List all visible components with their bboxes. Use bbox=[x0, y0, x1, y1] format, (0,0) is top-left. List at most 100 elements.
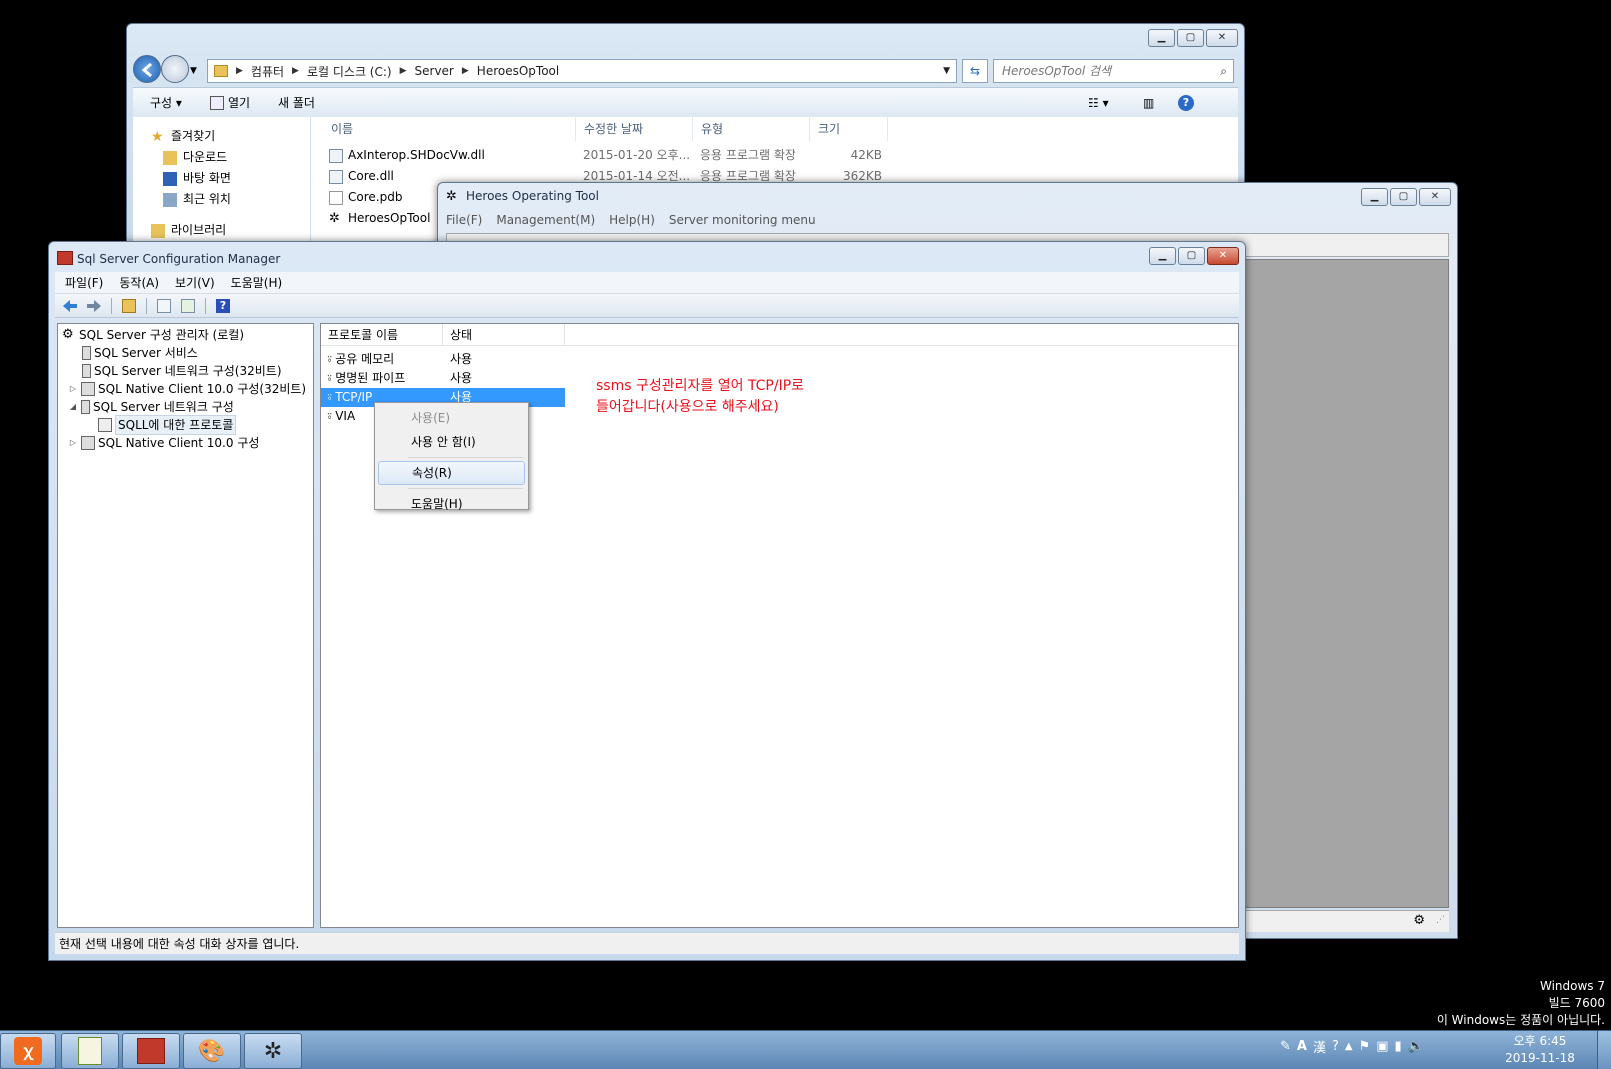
expand-icon[interactable]: ▷ bbox=[68, 434, 78, 452]
chevron-right-icon: ▶ bbox=[292, 66, 299, 76]
ime-tool-icon[interactable]: ✎ bbox=[1280, 1039, 1291, 1054]
menu-file[interactable]: File(F) bbox=[446, 213, 482, 227]
properties-icon bbox=[157, 298, 171, 313]
properties-button[interactable] bbox=[154, 297, 174, 315]
menu-help[interactable]: 도움말(H) bbox=[231, 274, 283, 291]
breadcrumb-item[interactable]: 로컬 디스크 (C:) bbox=[307, 63, 392, 80]
help-button[interactable]: ? bbox=[213, 297, 233, 315]
open-button[interactable]: 열기 bbox=[209, 94, 250, 111]
column-protocol-name[interactable]: 프로토콜 이름 bbox=[321, 324, 443, 345]
heroes-window-controls: ▁ ▢ ✕ bbox=[1361, 188, 1451, 206]
chevron-down-icon[interactable]: ▼ bbox=[943, 66, 950, 76]
show-desktop-button[interactable] bbox=[1597, 1031, 1611, 1069]
recent-places-icon bbox=[163, 192, 177, 207]
preview-pane-icon[interactable]: ▥ bbox=[1143, 96, 1154, 110]
list-item[interactable]: ⍤ 공유 메모리 사용 bbox=[321, 350, 1238, 369]
breadcrumb-item[interactable]: Server bbox=[415, 64, 454, 78]
taskbar-xampp[interactable]: ꭓ bbox=[0, 1033, 56, 1069]
up-button[interactable] bbox=[119, 297, 139, 315]
export-button[interactable] bbox=[178, 297, 198, 315]
menu-file[interactable]: 파일(F) bbox=[65, 274, 103, 291]
column-date[interactable]: 수정한 날짜 bbox=[576, 117, 693, 141]
menu-item-properties[interactable]: 속성(R) bbox=[378, 461, 525, 485]
menu-server-monitoring[interactable]: Server monitoring menu bbox=[669, 213, 816, 227]
taskbar-notepad[interactable] bbox=[61, 1033, 119, 1069]
nav-item-favorites[interactable]: ★ 즐겨찾기 bbox=[151, 126, 310, 147]
forward-button[interactable] bbox=[161, 55, 189, 83]
client-config-icon bbox=[81, 382, 95, 396]
address-bar[interactable]: ▶ 컴퓨터 ▶ 로컬 디스크 (C:) ▶ Server ▶ HeroesOpT… bbox=[207, 59, 957, 83]
help-icon[interactable]: ? bbox=[1178, 94, 1194, 111]
menu-item-disable[interactable]: 사용 안 함(I) bbox=[378, 430, 525, 454]
dll-file-icon bbox=[329, 148, 343, 163]
tree-node-network[interactable]: ◢ SQL Server 네트워크 구성 bbox=[58, 398, 313, 416]
taskbar-sql-config-manager[interactable] bbox=[122, 1033, 180, 1069]
ime-mode-a[interactable]: A bbox=[1297, 1039, 1307, 1054]
nav-item-downloads[interactable]: 다운로드 bbox=[151, 147, 310, 168]
volume-icon[interactable]: 🔈 bbox=[1408, 1039, 1424, 1054]
tray-overflow-icon[interactable]: ▲ bbox=[1345, 1041, 1353, 1052]
column-type[interactable]: 유형 bbox=[693, 117, 810, 141]
maximize-button[interactable]: ▢ bbox=[1390, 188, 1417, 206]
organize-button[interactable]: 구성 ▾ bbox=[150, 94, 182, 111]
desktop-icon bbox=[163, 171, 177, 186]
minimize-button[interactable]: ▁ bbox=[1149, 247, 1176, 265]
close-button[interactable]: ✕ bbox=[1206, 29, 1238, 47]
collapse-icon[interactable]: ◢ bbox=[68, 398, 78, 416]
export-icon bbox=[181, 298, 195, 313]
menu-item-enable[interactable]: 사용(E) bbox=[378, 406, 525, 430]
refresh-button[interactable]: ⇆ bbox=[962, 59, 988, 83]
maximize-button[interactable]: ▢ bbox=[1178, 247, 1205, 265]
menu-view[interactable]: 보기(V) bbox=[175, 274, 215, 291]
expand-icon[interactable]: ▷ bbox=[68, 380, 78, 398]
menu-help[interactable]: Help(H) bbox=[609, 213, 655, 227]
tree-view: ⚙ SQL Server 구성 관리자 (로컬) SQL Server 서비스 … bbox=[57, 323, 314, 928]
menu-item-help[interactable]: 도움말(H) bbox=[378, 492, 525, 516]
sql-server-configuration-manager-window[interactable]: Sql Server Configuration Manager ▁ ▢ ✕ 파… bbox=[48, 241, 1246, 961]
taskbar-heroes-tool[interactable]: ✲ bbox=[244, 1033, 302, 1069]
back-button[interactable] bbox=[60, 297, 80, 315]
status-bar: 현재 선택 내용에 대한 속성 대화 상자를 엽니다. bbox=[55, 932, 1239, 954]
minimize-button[interactable]: ▁ bbox=[1148, 29, 1175, 47]
devices-icon[interactable]: ▣ bbox=[1376, 1039, 1388, 1054]
tree-node-protocols[interactable]: SQLL에 대한 프로토콜 bbox=[58, 415, 313, 435]
ime-mode-hanja[interactable]: 漢 bbox=[1313, 1037, 1326, 1056]
maximize-button[interactable]: ▢ bbox=[1177, 29, 1204, 47]
taskbar: ꭓ 🎨 ✲ ✎ A 漢 ? ▲ ⚑ ▣ ▮ 🔈 오후 6:45 2019-11-… bbox=[0, 1030, 1611, 1069]
forward-button[interactable] bbox=[84, 297, 104, 315]
protocol-icon: ⍤ bbox=[326, 390, 334, 404]
nav-item-recent[interactable]: 최근 위치 bbox=[151, 189, 310, 210]
nav-item-desktop[interactable]: 바탕 화면 bbox=[151, 168, 310, 189]
action-center-icon[interactable]: ⚑ bbox=[1359, 1039, 1371, 1054]
search-input[interactable]: HeroesOpTool 검색 ⌕ bbox=[993, 59, 1234, 83]
view-options-icon[interactable]: ☷ ▾ bbox=[1088, 96, 1109, 110]
column-name[interactable]: 이름 bbox=[323, 117, 576, 141]
xampp-icon: ꭓ bbox=[14, 1037, 42, 1065]
taskbar-paint[interactable]: 🎨 bbox=[183, 1033, 241, 1069]
history-dropdown-icon[interactable]: ▼ bbox=[190, 66, 197, 76]
close-button[interactable]: ✕ bbox=[1207, 247, 1239, 265]
tree-node-root[interactable]: ⚙ SQL Server 구성 관리자 (로컬) bbox=[58, 326, 313, 344]
column-status[interactable]: 상태 bbox=[443, 324, 565, 345]
tree-node-network-32[interactable]: SQL Server 네트워크 구성(32비트) bbox=[58, 362, 313, 380]
new-folder-button[interactable]: 새 폴더 bbox=[278, 94, 315, 111]
minimize-button[interactable]: ▁ bbox=[1361, 188, 1388, 206]
close-button[interactable]: ✕ bbox=[1419, 188, 1451, 206]
network-config-icon bbox=[81, 400, 90, 414]
window-title: Heroes Operating Tool bbox=[466, 189, 599, 203]
network-icon[interactable]: ▮ bbox=[1395, 1039, 1402, 1054]
help-icon[interactable]: ? bbox=[1332, 1039, 1339, 1054]
breadcrumb-item[interactable]: 컴퓨터 bbox=[251, 63, 284, 80]
menu-management[interactable]: Management(M) bbox=[496, 213, 595, 227]
tree-node-native-client[interactable]: ▷ SQL Native Client 10.0 구성 bbox=[58, 434, 313, 452]
nav-item-libraries[interactable]: 라이브러리 bbox=[151, 220, 310, 241]
clock[interactable]: 오후 6:45 2019-11-18 bbox=[1500, 1033, 1580, 1067]
breadcrumb-item[interactable]: HeroesOpTool bbox=[477, 64, 559, 78]
tree-node-services[interactable]: SQL Server 서비스 bbox=[58, 344, 313, 362]
column-size[interactable]: 크기 bbox=[810, 117, 888, 141]
tree-node-native-client-32[interactable]: ▷ SQL Native Client 10.0 구성(32비트) bbox=[58, 380, 313, 398]
file-row[interactable]: AxInterop.SHDocVw.dll 2015-01-20 오후... 응… bbox=[329, 145, 882, 166]
menu-action[interactable]: 동작(A) bbox=[119, 274, 159, 291]
back-button[interactable] bbox=[133, 55, 161, 83]
resize-grip-icon[interactable]: ⋰ bbox=[1436, 915, 1445, 925]
